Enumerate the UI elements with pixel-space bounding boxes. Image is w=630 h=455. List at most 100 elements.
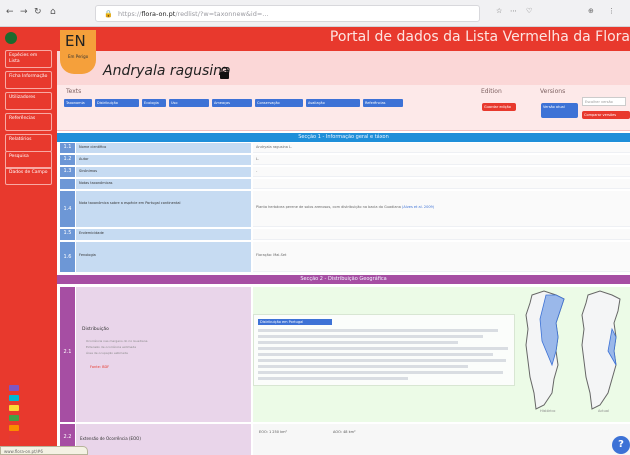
sidebar-item-reports[interactable]: Relatórios: [5, 134, 52, 152]
sidebar: Espécies em Lista Ficha Informação Utili…: [0, 27, 57, 455]
row-label-endemicity: Endemicidade: [76, 229, 251, 240]
browser-toolbar: ← → ↻ ⌂ 🔒 https://flora-on.pt/redlist/?w…: [0, 0, 630, 27]
edition-label: Edition: [481, 88, 502, 95]
bookmark-icon[interactable]: ☆: [496, 7, 502, 15]
row-label-synonyms: Sinónimos: [76, 167, 251, 177]
row-number: 1.6: [60, 242, 75, 272]
tab-threats[interactable]: Ameaças: [212, 99, 252, 107]
status-square[interactable]: [9, 405, 19, 411]
row-label-taxonomic-notes: Notas taxonómicas: [76, 179, 251, 189]
texts-label: Texts: [66, 88, 82, 95]
text-line: [258, 365, 468, 368]
menu-icon[interactable]: ⋮: [608, 7, 615, 15]
distribution-box-title: Distribuição em Portugal: [258, 319, 332, 325]
distribution-note: Ocorrência nas margens do rio Guadiana: [86, 339, 148, 343]
status-square[interactable]: [9, 435, 19, 441]
address-bar[interactable]: 🔒 https://flora-on.pt/redlist/?w=taxonne…: [95, 5, 480, 22]
compare-versions-button[interactable]: Comparar versões: [582, 111, 630, 119]
distribution-note: Extensão de ocorrência estimada: [86, 345, 137, 349]
eoo-values: EOO: 1 250 km² AOO: 48 km²: [253, 424, 630, 455]
row-value-synonyms: -: [253, 167, 630, 177]
home-icon[interactable]: ⌂: [50, 6, 56, 18]
status-square[interactable]: [9, 425, 19, 431]
back-icon[interactable]: ←: [6, 6, 14, 18]
text-line: [258, 329, 498, 332]
url-host: flora-on.pt: [141, 10, 176, 18]
version-select[interactable]: Escolher versão: [582, 97, 626, 106]
row-number: 1.1: [60, 143, 75, 153]
extensions-icon[interactable]: ⊕: [588, 7, 594, 15]
eoo-value: EOO: 1 250 km²: [259, 430, 287, 434]
row-number: [60, 179, 75, 189]
tab-conservation[interactable]: Conservação: [255, 99, 303, 107]
pocket-icon[interactable]: ♡: [526, 7, 532, 15]
row-label-phenology: Fenologia: [76, 242, 251, 272]
text-line: [258, 341, 458, 344]
tab-taxonomy[interactable]: Taxonomia: [64, 99, 92, 107]
text-line: [258, 371, 503, 374]
status-url-tooltip: www.flora-on.pt/#6: [0, 446, 88, 455]
distribution-note: Área de ocupação estimada: [86, 351, 128, 355]
tab-distribution[interactable]: Distribuição: [95, 99, 139, 107]
text-line: [258, 377, 408, 380]
reload-icon[interactable]: ↻: [34, 6, 42, 18]
note-text: Planta herbácea perene de solos arenosos…: [256, 205, 401, 209]
distribution-label-cell: Distribuição Ocorrência nas margens do r…: [76, 287, 251, 422]
species-name: Andryala ragusina: [103, 63, 231, 79]
text-line: [258, 353, 493, 356]
row-value-endemicity: [253, 229, 630, 240]
url-prefix: https://: [118, 10, 142, 18]
row-value-scientific-name: Andryala ragusina L.: [253, 143, 630, 153]
status-square[interactable]: [9, 415, 19, 421]
portal-header: Portal de dados da Lista Vermelha da Flo…: [57, 27, 630, 51]
tab-assessment[interactable]: Avaliação: [306, 99, 360, 107]
url-path: /redlist/?w=taxonnew&id=...: [175, 10, 269, 18]
forward-icon[interactable]: →: [20, 6, 28, 18]
row-number: 1.5: [60, 229, 75, 240]
distribution-maps: Histórico Actual: [525, 290, 621, 413]
versions-label: Versions: [540, 88, 566, 95]
sidebar-item-users[interactable]: Utilizadores: [5, 92, 52, 110]
tab-ecology[interactable]: Ecologia: [142, 99, 166, 107]
more-icon[interactable]: ⋯: [510, 7, 517, 15]
sidebar-item-info[interactable]: Ficha Informação: [5, 71, 52, 89]
category-code: EN: [65, 32, 86, 50]
row-number: 1.3: [60, 167, 75, 177]
row-value-author: L.: [253, 155, 630, 165]
current-version-button[interactable]: Versão atual: [541, 103, 578, 118]
row-label-taxonomic-note-detail: Nota taxonómica sobre a espécie em Portu…: [76, 191, 251, 227]
help-button[interactable]: ?: [612, 436, 630, 454]
site-logo[interactable]: [5, 32, 17, 44]
row-label-scientific-name: Nome científico: [76, 143, 251, 153]
distribution-label: Distribuição: [82, 327, 109, 332]
tab-references[interactable]: Referências: [363, 99, 403, 107]
secure-lock-icon[interactable]: 🔒: [104, 10, 113, 18]
section-2-header: Secção 2 - Distribuição Geográfica: [57, 275, 630, 284]
note-reference-link[interactable]: (Alves et al. 2009): [402, 205, 434, 209]
row-value-taxonomic-notes: [253, 179, 630, 189]
sidebar-item-references[interactable]: Referências: [5, 113, 52, 131]
row-value-phenology: Floração: Mai-Set: [253, 242, 630, 272]
row-label-author: Autor: [76, 155, 251, 165]
save-edition-button[interactable]: Guardar edição: [482, 103, 516, 111]
text-line: [258, 359, 506, 362]
category-badge: EN Em Perigo: [60, 30, 96, 74]
sidebar-item-field-data[interactable]: Dados de Campo: [5, 167, 52, 185]
tab-use[interactable]: Uso: [169, 99, 209, 107]
sidebar-item-species[interactable]: Espécies em Lista: [5, 50, 52, 68]
distribution-text-box: Distribuição em Portugal: [253, 314, 515, 386]
url-text: https://flora-on.pt/redlist/?w=taxonnew&…: [118, 10, 269, 18]
status-square[interactable]: [9, 385, 19, 391]
lock-icon[interactable]: [219, 66, 230, 79]
row-number: 2.1: [60, 287, 75, 422]
section-1-header: Secção 1 - Informação geral e táxon: [57, 133, 630, 142]
historical-map-label: Histórico: [540, 409, 555, 413]
eoo-label: Extensão de Ocorrência (EOO): [76, 424, 251, 455]
status-square[interactable]: [9, 395, 19, 401]
distribution-source-link[interactable]: Fonte: BDF: [90, 365, 109, 369]
aoo-value: AOO: 48 km²: [333, 430, 356, 434]
row-value-taxonomic-note-detail: Planta herbácea perene de solos arenosos…: [253, 191, 630, 227]
current-map: Actual: [581, 290, 621, 413]
current-map-label: Actual: [598, 409, 609, 413]
category-label: Em Perigo: [68, 54, 89, 59]
